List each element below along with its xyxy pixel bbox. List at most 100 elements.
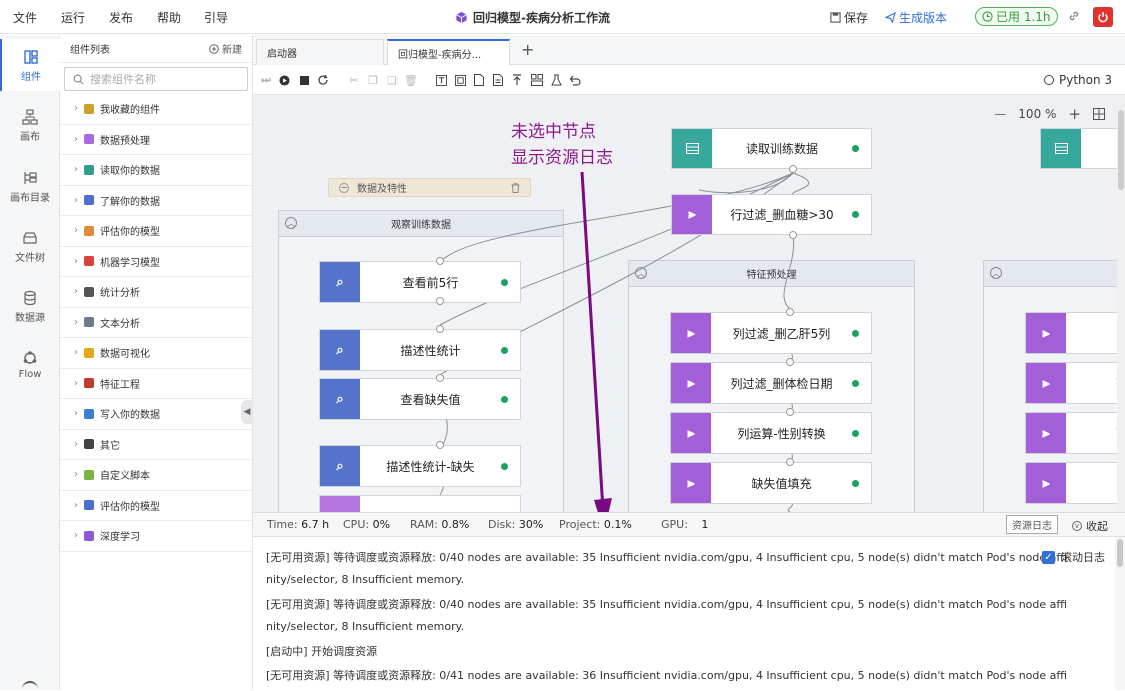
- paste-icon[interactable]: ❏: [385, 73, 399, 87]
- node-col-drop-hbv[interactable]: ⫸ 列过滤_删乙肝5列: [670, 312, 872, 354]
- log-scrollbar[interactable]: [1115, 537, 1125, 690]
- input-port[interactable]: [786, 308, 794, 316]
- rail-item-datasource[interactable]: 数据源: [0, 290, 60, 324]
- workflow-canvas[interactable]: — 100 % + − 数据及特性 ︿观察训练数据 ︿特征预处理 ︿特征: [253, 95, 1117, 512]
- play-icon[interactable]: [277, 73, 291, 87]
- node-col-gender[interactable]: ⫸ 列运算-性别转换: [670, 412, 872, 454]
- refresh-icon[interactable]: [316, 73, 330, 87]
- stop-icon[interactable]: [297, 73, 311, 87]
- node-head5[interactable]: ⌕ 查看前5行: [319, 261, 521, 303]
- clean-icon[interactable]: [549, 73, 563, 87]
- doc-icon[interactable]: [472, 73, 486, 87]
- menu-publish[interactable]: 发布: [109, 9, 133, 26]
- layout-icon[interactable]: [530, 73, 544, 87]
- category-icon: [84, 317, 94, 328]
- category-item[interactable]: › 自定义脚本: [60, 460, 252, 491]
- upload-icon[interactable]: [510, 73, 524, 87]
- node-read-train[interactable]: 读取训练数据: [671, 128, 872, 169]
- tab-workflow[interactable]: 回归模型-疾病分...: [387, 39, 510, 65]
- power-button[interactable]: [1093, 7, 1113, 27]
- category-item[interactable]: › 深度学习: [60, 521, 252, 552]
- cut-icon[interactable]: ✂: [347, 73, 361, 87]
- node-col-drop-date[interactable]: ⫸ 列过滤_删体检日期: [670, 362, 872, 404]
- rail-label: 组件: [21, 72, 41, 83]
- menu-guide[interactable]: 引导: [204, 9, 228, 26]
- link-icon[interactable]: [1068, 10, 1080, 22]
- category-item[interactable]: › 数据可视化: [60, 338, 252, 369]
- rail-item-canvas[interactable]: 画布: [0, 109, 60, 143]
- node-describe-missing[interactable]: ⌕ 描述性统计-缺失: [319, 445, 521, 487]
- node-right-3[interactable]: ⫸列运: [1025, 412, 1117, 454]
- tab-bar: 启动器 回归模型-疾病分... +: [253, 35, 1125, 65]
- collapse-panel-button[interactable]: ◀: [241, 400, 253, 424]
- rail-item-canvas-tree[interactable]: 画布目录: [0, 170, 60, 204]
- disk-stat: Disk: 30%: [488, 518, 543, 531]
- input-port[interactable]: [436, 374, 444, 382]
- output-port[interactable]: [436, 297, 444, 305]
- input-port[interactable]: [436, 257, 444, 265]
- tab-label: 回归模型-疾病分...: [398, 49, 482, 61]
- delete-icon[interactable]: 🗑: [404, 73, 418, 87]
- status-dot: [852, 379, 859, 387]
- scrollbar-thumb[interactable]: [1117, 539, 1123, 567]
- input-port[interactable]: [436, 325, 444, 333]
- output-port[interactable]: [789, 165, 797, 173]
- node-right-4[interactable]: ⫸缺: [1025, 462, 1117, 504]
- category-item[interactable]: › 机器学习模型: [60, 247, 252, 277]
- input-port[interactable]: [786, 408, 794, 416]
- category-item[interactable]: › 我收藏的组件: [60, 94, 252, 125]
- category-item[interactable]: › 评估你的模型: [60, 216, 252, 247]
- input-port[interactable]: [786, 358, 794, 366]
- doc-edit-icon[interactable]: [491, 73, 505, 87]
- menu-run[interactable]: 运行: [61, 9, 85, 26]
- collapse-log-button[interactable]: v 收起: [1072, 518, 1108, 534]
- category-item[interactable]: › 文本分析: [60, 308, 252, 338]
- node-describe[interactable]: ⌕ 描述性统计: [319, 329, 521, 371]
- canvas-scrollbar[interactable]: [1117, 95, 1125, 512]
- node-partial[interactable]: [319, 495, 521, 512]
- resource-log-button[interactable]: 资源日志: [1006, 515, 1058, 534]
- log-line: nity/selector, 8 Insufficient memory.: [266, 620, 465, 633]
- input-port[interactable]: [786, 458, 794, 466]
- rail-item-flow[interactable]: Flow: [0, 350, 60, 380]
- node-fill-missing[interactable]: ⫸ 缺失值填充: [670, 462, 872, 504]
- kernel-status[interactable]: Python 3: [1044, 73, 1112, 87]
- category-item[interactable]: › 数据预处理: [60, 125, 252, 155]
- scrollbar-thumb[interactable]: [1118, 110, 1124, 190]
- add-tab-button[interactable]: +: [521, 40, 534, 59]
- category-icon: [84, 134, 94, 145]
- frame-icon[interactable]: [453, 73, 467, 87]
- new-component-button[interactable]: 新建: [209, 41, 242, 56]
- log-line: [无可用资源] 等待调度或资源释放: 0/40 nodes are availa…: [266, 551, 1068, 564]
- menu-file[interactable]: 文件: [13, 9, 37, 26]
- input-port[interactable]: [436, 441, 444, 449]
- text-icon[interactable]: [434, 73, 448, 87]
- category-item[interactable]: › 了解你的数据: [60, 186, 252, 216]
- output-port[interactable]: [789, 231, 797, 239]
- auto-scroll-checkbox[interactable]: ✓ 滚动日志: [1042, 549, 1105, 565]
- category-item[interactable]: › 评估你的模型: [60, 491, 252, 521]
- file-tree-icon: [23, 232, 37, 244]
- annotation-text: 未选中节点 显示资源日志: [511, 119, 613, 171]
- undo-icon[interactable]: [568, 73, 582, 87]
- category-item[interactable]: › 统计分析: [60, 277, 252, 308]
- save-button[interactable]: 保存: [830, 9, 868, 26]
- category-item[interactable]: › 特征工程: [60, 369, 252, 399]
- node-missing[interactable]: ⌕ 查看缺失值: [319, 378, 521, 420]
- rail-item-file-tree[interactable]: 文件树: [0, 230, 60, 264]
- generate-version-button[interactable]: 生成版本: [885, 9, 947, 26]
- category-item[interactable]: › 读取你的数据: [60, 155, 252, 186]
- resource-log[interactable]: [无可用资源] 等待调度或资源释放: 0/40 nodes are availa…: [253, 537, 1115, 690]
- node-row-filter[interactable]: ⫸ 行过滤_删血糖>30: [671, 194, 872, 235]
- copy-icon[interactable]: ❐: [366, 73, 380, 87]
- component-search-input[interactable]: 搜索组件名称: [64, 67, 248, 91]
- node-right-1[interactable]: ⫸列: [1025, 312, 1117, 354]
- menu-help[interactable]: 帮助: [157, 9, 181, 26]
- category-item[interactable]: › 写入你的数据: [60, 399, 252, 430]
- node-right-top[interactable]: [1040, 128, 1117, 169]
- category-item[interactable]: › 其它: [60, 430, 252, 460]
- node-right-2[interactable]: ⫸列过: [1025, 362, 1117, 404]
- step-icon[interactable]: ⏭: [259, 73, 273, 87]
- tab-launcher[interactable]: 启动器: [256, 39, 384, 65]
- rail-item-component[interactable]: 组件: [0, 39, 60, 91]
